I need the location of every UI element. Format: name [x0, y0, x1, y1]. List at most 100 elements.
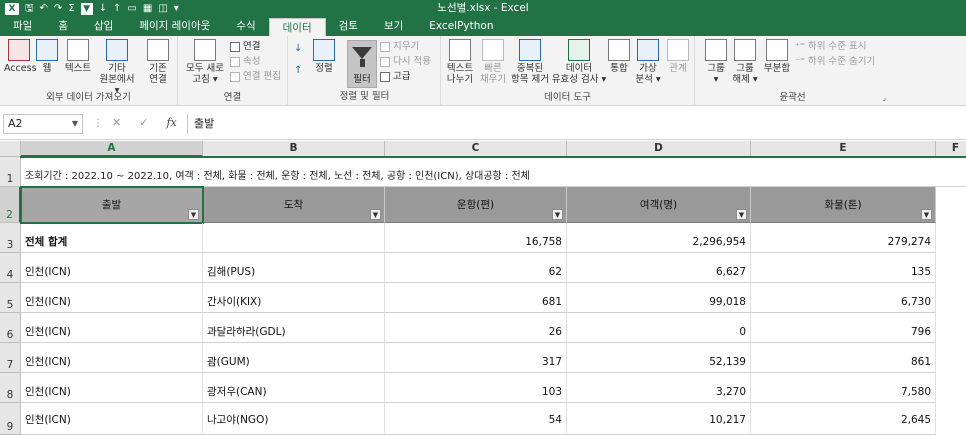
- filter-dropdown-icon[interactable]: ▼: [370, 209, 381, 220]
- properties-button[interactable]: 속성: [230, 55, 260, 68]
- cell-cargo[interactable]: 7,580: [751, 373, 936, 403]
- cell-arrival[interactable]: 괌(GUM): [203, 343, 385, 373]
- consolidate-button[interactable]: 통합: [607, 39, 631, 74]
- cell-flights[interactable]: 54: [385, 403, 567, 435]
- cell-cargo[interactable]: 861: [751, 343, 936, 373]
- save-icon[interactable]: 🖫: [25, 0, 34, 17]
- cell-departure[interactable]: 인천(ICN): [21, 283, 203, 313]
- filter-button[interactable]: 필터: [347, 40, 377, 88]
- name-box-dropdown-icon[interactable]: ▼: [72, 115, 78, 133]
- sort-asc-button[interactable]: ↓: [294, 42, 302, 55]
- cell-flights[interactable]: 681: [385, 283, 567, 313]
- tab-review[interactable]: 검토: [326, 17, 371, 36]
- row-header-5[interactable]: 5: [0, 283, 21, 313]
- cell-flights[interactable]: 26: [385, 313, 567, 343]
- name-box[interactable]: A2 ▼: [3, 114, 83, 134]
- header-cell-arrival[interactable]: 도착 ▼: [203, 187, 385, 223]
- column-header-a[interactable]: A: [21, 141, 203, 157]
- tab-excelpython[interactable]: ExcelPython: [416, 17, 506, 36]
- cell-cargo[interactable]: 6,730: [751, 283, 936, 313]
- query-info-cell[interactable]: 조회기간 : 2022.10 ~ 2022.10, 여객 : 전체, 화물 : …: [21, 157, 966, 187]
- tab-formulas[interactable]: 수식: [223, 17, 268, 36]
- column-header-b[interactable]: B: [203, 141, 385, 157]
- relationships-button[interactable]: 관계: [665, 39, 691, 74]
- filter-dropdown-icon[interactable]: ▼: [552, 209, 563, 220]
- cancel-icon[interactable]: ✕: [112, 116, 121, 129]
- other-sources-button[interactable]: 기타 원본에서 ▾: [96, 39, 138, 96]
- cell-cargo[interactable]: 135: [751, 253, 936, 283]
- autosum-icon[interactable]: Σ: [68, 0, 74, 17]
- tab-home[interactable]: 홈: [45, 17, 81, 36]
- row-header-7[interactable]: 7: [0, 343, 21, 373]
- outline-dialog-launcher-icon[interactable]: ⌟: [882, 93, 886, 102]
- tab-page-layout[interactable]: 페이지 레이아웃: [126, 17, 223, 36]
- text-to-columns-button[interactable]: 텍스트 나누기: [443, 39, 477, 85]
- column-header-f[interactable]: F: [936, 141, 966, 157]
- cell-departure[interactable]: 인천(ICN): [21, 343, 203, 373]
- cell-departure[interactable]: 인천(ICN): [21, 313, 203, 343]
- flash-fill-button[interactable]: 빠른 채우기: [477, 39, 509, 85]
- cell-passengers[interactable]: 3,270: [567, 373, 751, 403]
- access-button[interactable]: Access: [4, 39, 37, 74]
- text-button[interactable]: 텍스트: [62, 39, 94, 74]
- connections-button[interactable]: 연결: [230, 40, 260, 53]
- cell-departure[interactable]: 전체 합계: [21, 223, 203, 253]
- what-if-analysis-button[interactable]: 가상 분석 ▾: [633, 39, 663, 85]
- cell-cargo[interactable]: 796: [751, 313, 936, 343]
- cell-departure[interactable]: 인천(ICN): [21, 253, 203, 283]
- ungroup-button[interactable]: 그룹 해제 ▾: [731, 39, 759, 85]
- cell-departure[interactable]: 인천(ICN): [21, 373, 203, 403]
- header-cell-departure[interactable]: 출발 ▼: [21, 187, 203, 223]
- cell-arrival[interactable]: [203, 223, 385, 253]
- tab-data[interactable]: 데이터: [268, 18, 326, 36]
- customize-qat-icon[interactable]: ▾: [174, 0, 179, 17]
- tab-insert[interactable]: 삽입: [81, 17, 126, 36]
- row-header-8[interactable]: 8: [0, 373, 21, 403]
- group-button[interactable]: 그룹 ▾: [703, 39, 729, 85]
- show-detail-button[interactable]: ⁺⁼ 하위 수준 표시: [795, 40, 867, 53]
- row-header-6[interactable]: 6: [0, 313, 21, 343]
- cell-arrival[interactable]: 간사이(KIX): [203, 283, 385, 313]
- select-all-corner[interactable]: [0, 141, 21, 157]
- filter-dropdown-icon[interactable]: ▼: [188, 209, 199, 220]
- edit-links-button[interactable]: 연결 편집: [230, 70, 281, 83]
- cell-passengers[interactable]: 52,139: [567, 343, 751, 373]
- header-cell-cargo[interactable]: 화물(톤) ▼: [751, 187, 936, 223]
- row-header-4[interactable]: 4: [0, 253, 21, 283]
- cell-cargo[interactable]: 279,274: [751, 223, 936, 253]
- enter-icon[interactable]: ✓: [139, 116, 148, 129]
- sort-desc-icon[interactable]: ↑: [113, 0, 121, 17]
- subtotal-button[interactable]: 부분합: [761, 39, 793, 74]
- row-header-2[interactable]: 2: [0, 187, 21, 223]
- row-header-9[interactable]: 9: [0, 403, 21, 435]
- cell-cargo[interactable]: 2,645: [751, 403, 936, 435]
- clear-filter-button[interactable]: 지우기: [380, 40, 419, 53]
- row-header-3[interactable]: 3: [0, 223, 21, 253]
- formula-input[interactable]: 출발: [187, 114, 966, 134]
- refresh-all-button[interactable]: 모두 새로 고침 ▾: [182, 39, 228, 85]
- sort-desc-button[interactable]: ↑: [294, 64, 302, 77]
- advanced-filter-button[interactable]: 고급: [380, 70, 410, 83]
- camera-icon[interactable]: ◫: [158, 0, 167, 17]
- sort-asc-icon[interactable]: ↓: [99, 0, 107, 17]
- header-cell-passengers[interactable]: 여객(명) ▼: [567, 187, 751, 223]
- row-header-1[interactable]: 1: [0, 157, 21, 187]
- cell-arrival[interactable]: 광저우(CAN): [203, 373, 385, 403]
- cell-arrival[interactable]: 과달라하라(GDL): [203, 313, 385, 343]
- web-button[interactable]: 웹: [36, 39, 58, 74]
- cell-flights[interactable]: 16,758: [385, 223, 567, 253]
- insert-function-icon[interactable]: fx: [166, 116, 176, 129]
- reapply-button[interactable]: 다시 적용: [380, 55, 431, 68]
- cell-flights[interactable]: 62: [385, 253, 567, 283]
- cell-passengers[interactable]: 99,018: [567, 283, 751, 313]
- cell-passengers[interactable]: 2,296,954: [567, 223, 751, 253]
- print-preview-icon[interactable]: ▦: [143, 0, 152, 17]
- cell-flights[interactable]: 317: [385, 343, 567, 373]
- cell-arrival[interactable]: 나고야(NGO): [203, 403, 385, 435]
- data-validation-button[interactable]: 데이터 유효성 검사 ▾: [549, 39, 609, 85]
- tab-view[interactable]: 보기: [371, 17, 416, 36]
- cell-arrival[interactable]: 김해(PUS): [203, 253, 385, 283]
- header-cell-flights[interactable]: 운항(편) ▼: [385, 187, 567, 223]
- redo-icon[interactable]: ↷: [54, 0, 62, 17]
- filter-dropdown-icon[interactable]: ▼: [736, 209, 747, 220]
